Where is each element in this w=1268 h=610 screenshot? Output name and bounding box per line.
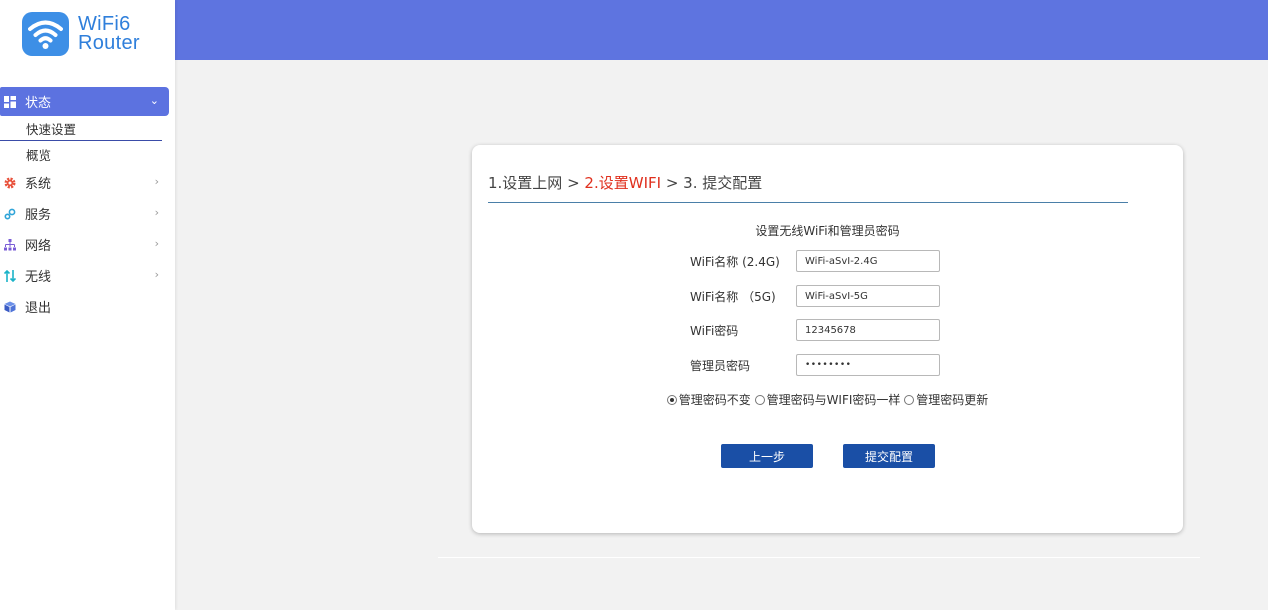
radio-update-admin-password[interactable]: 管理密码更新: [904, 391, 988, 408]
wireless-icon: [4, 269, 16, 282]
wifi-5g-row: WiFi名称 （5G) WiFi-aSvI-5G: [690, 285, 940, 307]
wizard-divider: [488, 202, 1128, 203]
dashboard-icon: [4, 95, 16, 108]
sidebar-item-label: 无线: [25, 270, 52, 285]
logo: WiFi6 Router: [22, 10, 152, 58]
sidebar-subitem-label: 概览: [26, 147, 52, 163]
radio-keep-admin-password[interactable]: 管理密码不变: [666, 391, 751, 408]
wifi-password-row: WiFi密码 12345678: [690, 319, 940, 341]
admin-password-label: 管理员密码: [690, 358, 751, 373]
sidebar-subitem-overview[interactable]: 概览: [0, 141, 175, 167]
wizard-steps: 1.设置上网 > 2.设置WIFI > 3. 提交配置: [488, 172, 762, 193]
wizard-step-1: 1.设置上网 >: [488, 174, 585, 192]
admin-password-row: 管理员密码 ••••••••: [690, 354, 940, 376]
logout-icon: [4, 301, 16, 313]
wifi-24g-label: WiFi名称 (2.4G): [690, 254, 780, 269]
sidebar: WiFi6 Router 状态 ⌄ 快速设置 概览 系统 › 服务 › 网络 ›…: [0, 0, 175, 610]
chevron-right-icon: ›: [154, 268, 159, 281]
admin-password-options: 管理密码不变 管理密码与WIFI密码一样 管理密码更新: [472, 391, 1183, 408]
sidebar-item-logout[interactable]: 退出: [0, 291, 175, 322]
wizard-step-2-current: 2.设置WIFI: [584, 174, 662, 192]
sidebar-item-label: 服务: [25, 208, 52, 223]
radio-circle: [904, 394, 915, 405]
gear-icon: [4, 177, 16, 189]
wifi-logo-icon: [22, 12, 69, 56]
wizard-step-3: > 3. 提交配置: [661, 174, 763, 192]
chevron-right-icon: ›: [154, 206, 159, 219]
radio-circle: [666, 394, 677, 405]
prev-step-button[interactable]: 上一步: [721, 444, 813, 468]
admin-password-input[interactable]: ••••••••: [796, 354, 940, 376]
sidebar-item-system[interactable]: 系统 ›: [0, 167, 175, 198]
sidebar-item-label: 退出: [25, 301, 52, 316]
wifi-24g-ssid-input[interactable]: WiFi-aSvI-2.4G: [796, 250, 940, 272]
sidebar-subitem-quick-setup[interactable]: 快速设置: [0, 116, 162, 141]
sidebar-item-services[interactable]: 服务 ›: [0, 198, 175, 229]
wifi-password-input[interactable]: 12345678: [796, 319, 940, 341]
logo-text: WiFi6 Router: [78, 14, 140, 54]
footer-divider: [438, 557, 1200, 558]
radio-circle: [754, 394, 765, 405]
sidebar-item-network[interactable]: 网络 ›: [0, 229, 175, 260]
top-header-bar: [175, 0, 1268, 60]
radio-label: 管理密码更新: [916, 393, 989, 407]
wifi-5g-ssid-input[interactable]: WiFi-aSvI-5G: [796, 285, 940, 307]
wifi-24g-row: WiFi名称 (2.4G) WiFi-aSvI-2.4G: [690, 250, 940, 272]
sidebar-item-wireless[interactable]: 无线 ›: [0, 260, 175, 291]
sidebar-menu: 状态 ⌄ 快速设置 概览 系统 › 服务 › 网络 › 无线 › 退出: [0, 87, 175, 322]
chevron-right-icon: ›: [154, 175, 159, 188]
chevron-right-icon: ›: [154, 237, 159, 250]
sidebar-subitem-label: 快速设置: [26, 121, 77, 137]
services-icon: [4, 208, 16, 220]
network-icon: [4, 238, 16, 251]
sidebar-item-status[interactable]: 状态 ⌄: [0, 87, 169, 116]
quick-setup-card: 1.设置上网 > 2.设置WIFI > 3. 提交配置 设置无线WiFi和管理员…: [472, 145, 1183, 533]
wifi-password-label: WiFi密码: [690, 323, 739, 338]
radio-same-as-wifi[interactable]: 管理密码与WIFI密码一样: [754, 391, 901, 408]
logo-line2: Router: [78, 32, 140, 54]
sidebar-item-label: 系统: [25, 177, 52, 192]
radio-label: 管理密码与WIFI密码一样: [766, 393, 901, 407]
sidebar-item-label: 状态: [25, 96, 52, 111]
radio-label: 管理密码不变: [678, 393, 751, 407]
chevron-down-icon: ⌄: [149, 94, 159, 107]
form-title: 设置无线WiFi和管理员密码: [755, 224, 900, 238]
wifi-5g-label: WiFi名称 （5G): [690, 289, 776, 304]
submit-config-button[interactable]: 提交配置: [843, 444, 935, 468]
sidebar-item-label: 网络: [25, 239, 52, 254]
